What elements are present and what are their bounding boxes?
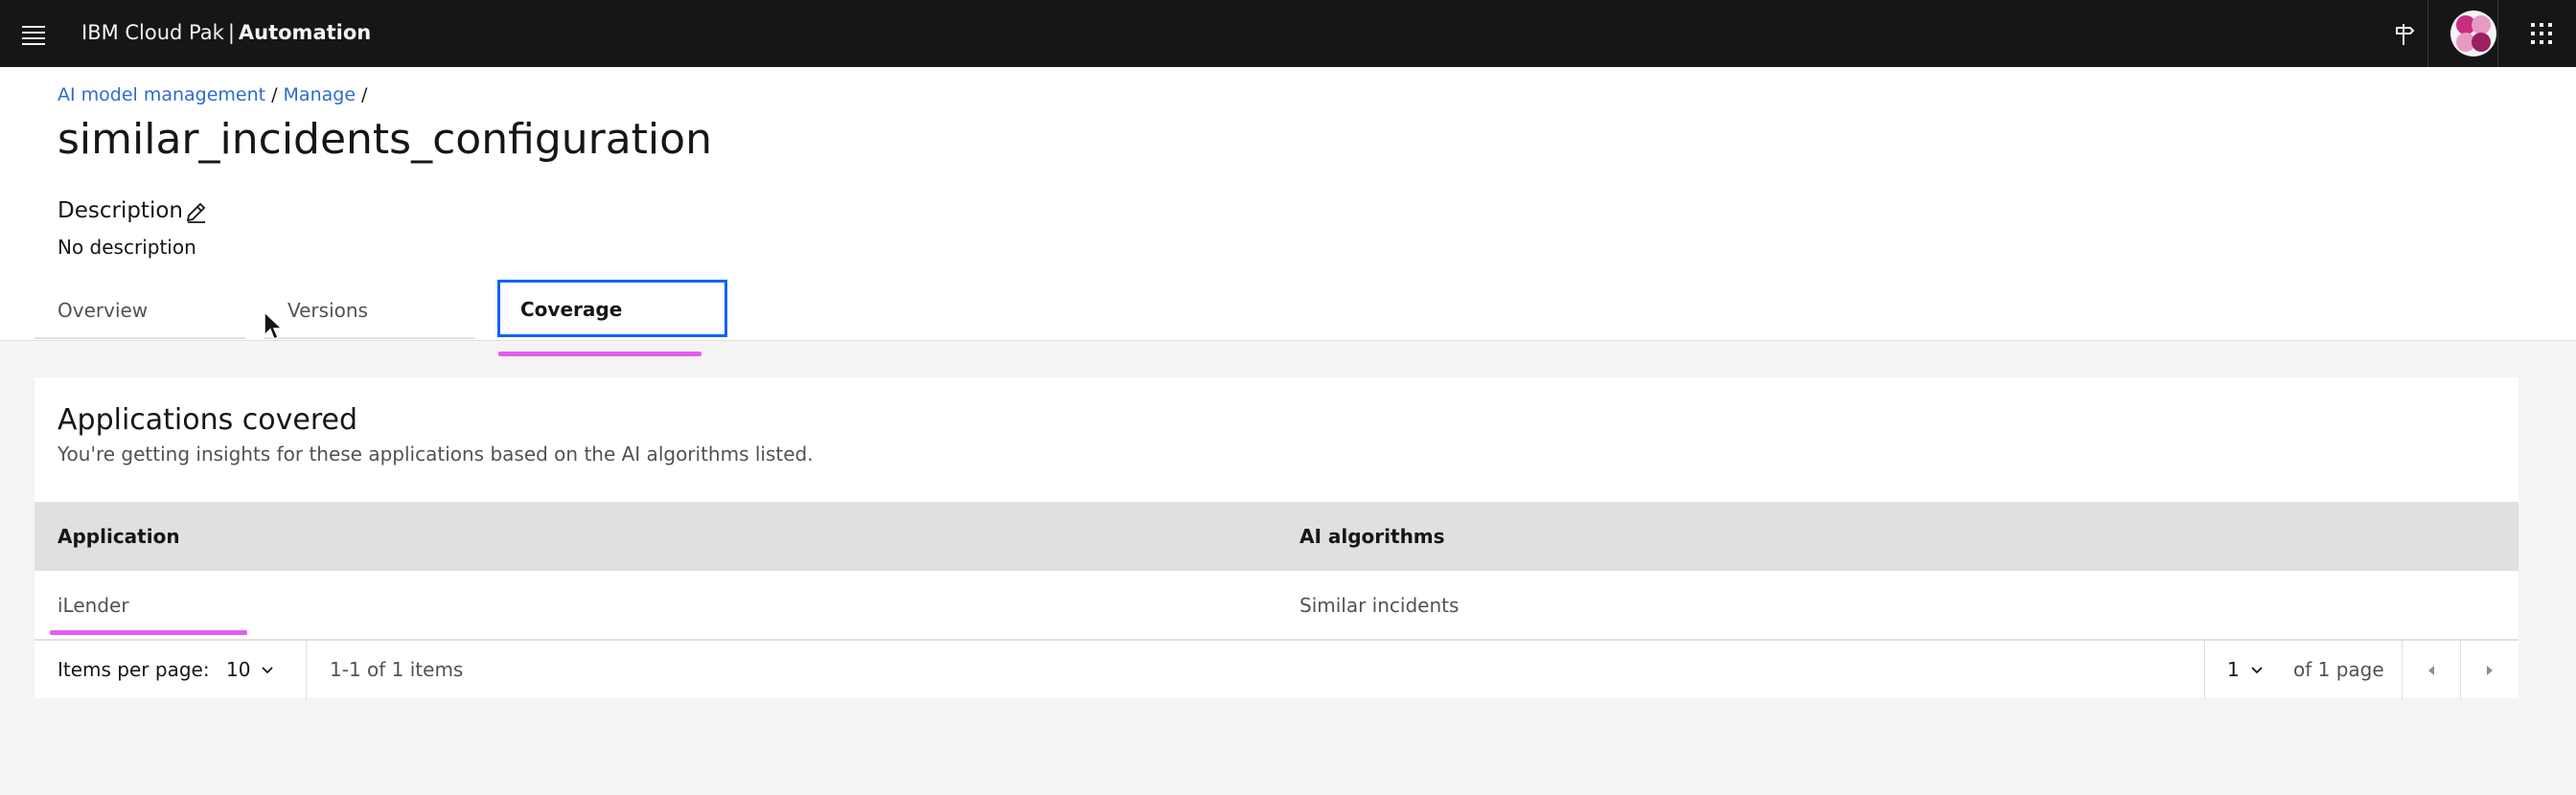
menu-icon[interactable] — [19, 19, 48, 48]
table-header: Application AI algorithms — [34, 502, 2518, 571]
coverage-card: Applications covered You're getting insi… — [34, 377, 2518, 699]
items-per-page-select[interactable]: 10 — [226, 641, 275, 699]
items-per-page-label: Items per page: — [58, 658, 210, 681]
tab-versions[interactable]: Versions — [264, 282, 475, 339]
previous-page-button[interactable] — [2403, 641, 2460, 699]
page-total: of 1 page — [2293, 658, 2384, 681]
items-per-page-value: 10 — [226, 658, 251, 681]
brand-separator: | — [227, 21, 235, 44]
app-switcher-icon[interactable] — [2518, 11, 2564, 57]
highlight-underline — [50, 630, 247, 635]
edit-icon[interactable] — [184, 199, 209, 224]
chevron-down-icon — [260, 642, 275, 700]
top-nav-bar: IBM Cloud Pak | Automation — [0, 0, 2576, 67]
user-avatar[interactable] — [2450, 10, 2497, 57]
header-divider — [2497, 0, 2498, 67]
page-title: similar_incidents_configuration — [58, 115, 712, 164]
signpost-icon[interactable] — [2380, 11, 2426, 57]
breadcrumb-item-ai-model-management[interactable]: AI model management — [58, 84, 265, 105]
tab-overview[interactable]: Overview — [34, 282, 245, 339]
column-header-application[interactable]: Application — [58, 502, 180, 571]
caret-left-icon — [2426, 659, 2437, 682]
card-subtitle: You're getting insights for these applic… — [58, 443, 814, 466]
description-label: Description — [58, 198, 183, 223]
page-header: AI model management / Manage / similar_inci… — [0, 67, 2576, 341]
page-select[interactable]: 1 — [2227, 641, 2265, 699]
column-header-ai-algorithms[interactable]: AI algorithms — [1300, 502, 1445, 571]
tab-coverage[interactable]: Coverage — [497, 280, 727, 337]
breadcrumb-item-manage[interactable]: Manage — [284, 84, 356, 105]
breadcrumb-separator: / — [361, 84, 368, 105]
chevron-down-icon — [2249, 642, 2265, 700]
table-row[interactable]: iLender Similar incidents — [34, 571, 2518, 640]
mouse-cursor-icon — [263, 310, 284, 343]
pager-divider — [306, 641, 307, 699]
breadcrumb: AI model management / Manage / — [58, 82, 373, 107]
brand-product: Automation — [238, 21, 372, 44]
brand-prefix: IBM Cloud Pak — [81, 21, 224, 44]
caret-right-icon — [2484, 659, 2496, 682]
pagination: Items per page: 10 1-1 of 1 items 1 of 1… — [34, 640, 2518, 699]
header-divider — [2427, 0, 2428, 67]
brand-name[interactable]: IBM Cloud Pak | Automation — [81, 19, 371, 46]
page-value: 1 — [2227, 658, 2240, 681]
breadcrumb-separator: / — [271, 84, 278, 105]
cell-ai-algorithms: Similar incidents — [1300, 594, 1460, 617]
items-range: 1-1 of 1 items — [330, 658, 464, 681]
highlight-underline — [498, 352, 702, 356]
pager-divider — [2204, 641, 2205, 699]
next-page-button[interactable] — [2461, 641, 2518, 699]
description-value: No description — [58, 236, 196, 259]
card-title: Applications covered — [58, 403, 358, 437]
